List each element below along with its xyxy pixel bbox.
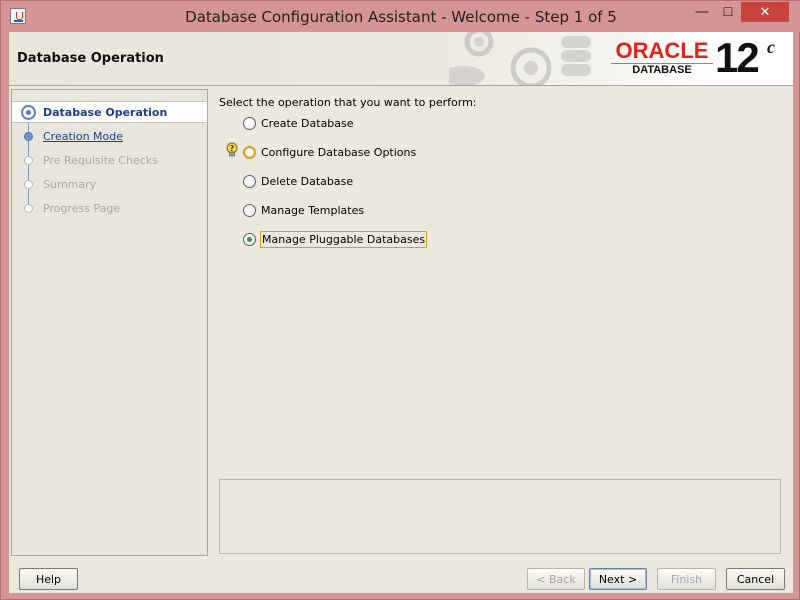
current-step-icon: [21, 105, 36, 120]
version-suffix: c: [767, 37, 775, 57]
option-label[interactable]: Create Database: [260, 116, 355, 131]
minimize-button[interactable]: —: [689, 2, 715, 22]
back-button[interactable]: < Back: [527, 568, 585, 590]
step-summary: Summary: [12, 174, 207, 196]
radio-button[interactable]: [243, 145, 256, 159]
app-window: Database Configuration Assistant - Welco…: [0, 0, 800, 600]
next-button[interactable]: Next >: [589, 568, 647, 590]
option-manage-templates[interactable]: Manage Templates: [243, 201, 365, 219]
radio-button[interactable]: [243, 116, 256, 130]
steps-panel: Database Operation Creation Mode Pre Req…: [11, 89, 208, 556]
radio-button[interactable]: [243, 174, 256, 188]
step-label: Summary: [43, 178, 97, 191]
svg-text:?: ?: [230, 144, 235, 153]
radio-button[interactable]: [243, 203, 256, 217]
title-bar[interactable]: Database Configuration Assistant - Welco…: [1, 1, 800, 32]
step-pre-requisite-checks: Pre Requisite Checks: [12, 150, 207, 172]
step-label: Pre Requisite Checks: [43, 154, 158, 167]
version-number: 12: [715, 34, 760, 81]
step-dot-icon: [24, 204, 33, 213]
step-label: Database Operation: [43, 106, 168, 119]
main-content: Select the operation that you want to pe…: [212, 89, 791, 556]
header-banner: Database Operation ORACLE DATABASE 12 c: [9, 32, 793, 86]
step-database-operation[interactable]: Database Operation: [12, 101, 207, 123]
page-title: Database Operation: [17, 51, 164, 66]
help-button[interactable]: Help: [19, 568, 78, 590]
window-title: Database Configuration Assistant - Welco…: [185, 8, 617, 26]
option-configure-database-options[interactable]: Configure Database Options: [243, 143, 417, 161]
option-label[interactable]: Manage Templates: [260, 203, 365, 218]
oracle-wordmark: ORACLE: [615, 38, 709, 63]
cancel-button[interactable]: Cancel: [726, 568, 785, 590]
maximize-button[interactable]: ☐: [715, 2, 741, 22]
option-label[interactable]: Manage Pluggable Databases: [260, 230, 428, 248]
gears-decoration-icon: [449, 32, 591, 85]
radio-button-selected[interactable]: [243, 232, 256, 246]
step-dot-icon: [24, 156, 33, 165]
lightbulb-tip-icon[interactable]: ?: [226, 142, 238, 158]
option-label[interactable]: Configure Database Options: [260, 145, 417, 160]
operation-prompt: Select the operation that you want to pe…: [219, 96, 477, 109]
step-label[interactable]: Creation Mode: [43, 130, 123, 143]
option-delete-database[interactable]: Delete Database: [243, 172, 354, 190]
option-manage-pluggable-databases[interactable]: Manage Pluggable Databases: [243, 230, 428, 248]
option-create-database[interactable]: Create Database: [243, 114, 355, 132]
message-area: [219, 479, 781, 554]
step-label: Progress Page: [43, 202, 121, 215]
step-creation-mode[interactable]: Creation Mode: [12, 126, 207, 148]
option-label[interactable]: Delete Database: [260, 174, 354, 189]
oracle-product-label: DATABASE: [632, 64, 692, 76]
finish-button[interactable]: Finish: [657, 568, 716, 590]
step-dot-icon: [24, 180, 33, 189]
step-progress-page: Progress Page: [12, 198, 207, 220]
client-area: Database Operation ORACLE DATABASE 12 c …: [9, 32, 793, 593]
close-button[interactable]: ✕: [741, 2, 789, 22]
step-dot-icon: [24, 132, 33, 141]
oracle-logo: ORACLE DATABASE: [607, 38, 717, 80]
